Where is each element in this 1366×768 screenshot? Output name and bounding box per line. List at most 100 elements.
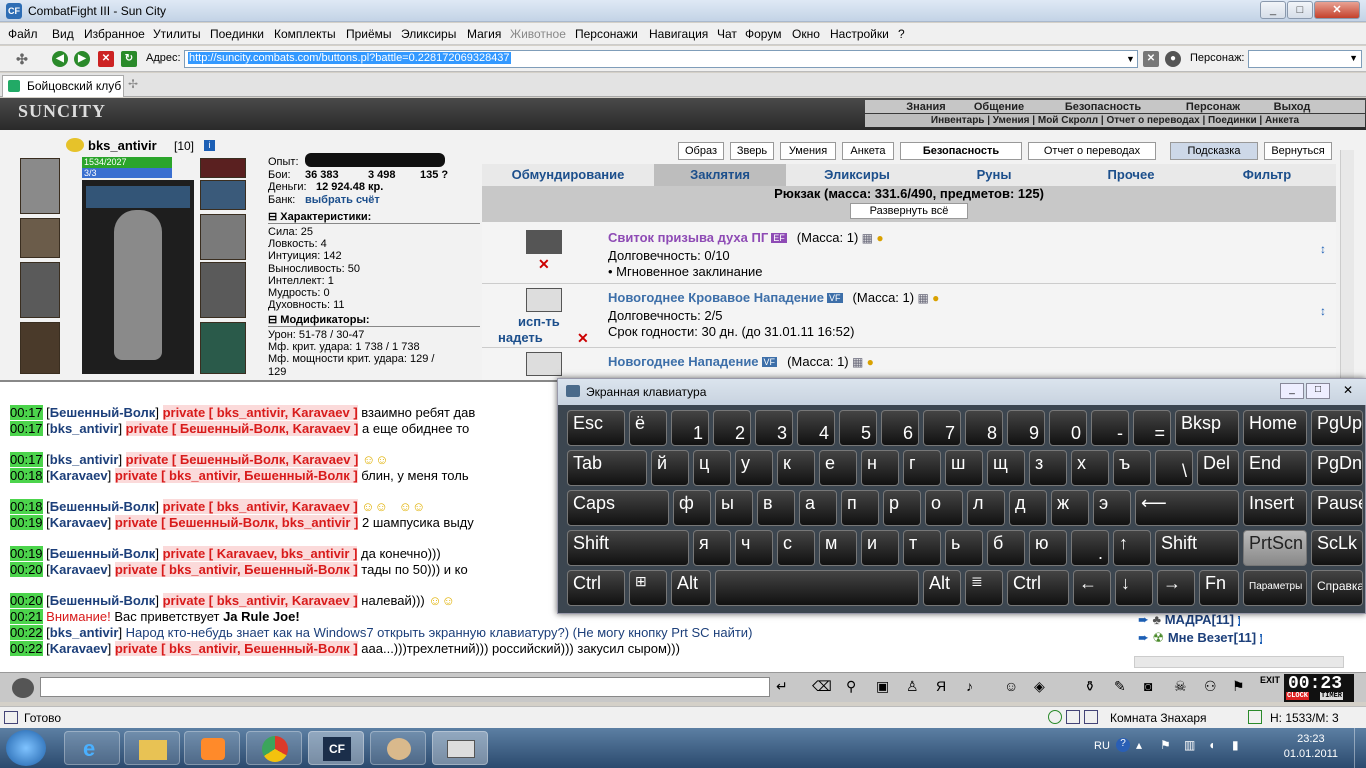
btn-skills[interactable]: Умения (780, 142, 836, 160)
key-kh[interactable]: х (1071, 450, 1109, 486)
menu-magic[interactable]: Магия (467, 27, 501, 41)
key-d[interactable]: д (1009, 490, 1047, 526)
bottle-icon[interactable]: ⚱ (1084, 678, 1096, 695)
menu-sets[interactable]: Комплекты (274, 27, 336, 41)
info-icon[interactable]: i (1259, 634, 1262, 644)
chat-private[interactable]: private [ Бешенный-Волк, bks_antivir ] (114, 515, 359, 530)
key-o[interactable]: о (925, 490, 963, 526)
key-del[interactable]: Del (1197, 450, 1239, 486)
address-input[interactable]: http://suncity.combats.com/buttons.pl?ba… (184, 50, 1138, 68)
key-s[interactable]: с (777, 530, 815, 566)
key-down[interactable]: ↓ (1115, 570, 1153, 606)
tab-elixirs[interactable]: Эликсиры (792, 164, 922, 186)
ring-slot[interactable] (200, 158, 246, 178)
belt-slots[interactable] (86, 186, 190, 208)
menu-techniques[interactable]: Приёмы (346, 27, 392, 41)
nav-bottom[interactable]: Инвентарь | Умения | Мой Скролл | Отчет … (865, 114, 1365, 127)
key-t[interactable]: т (903, 530, 941, 566)
filter-icon[interactable]: ⚲ (846, 678, 856, 695)
smiley-button-icon[interactable]: ☺ (1004, 678, 1018, 694)
key-e-back[interactable]: э (1093, 490, 1131, 526)
modifiers-header[interactable]: ⊟ Модификаторы: (268, 313, 480, 327)
bag-icon[interactable]: ◙ (1144, 678, 1152, 694)
key-backspace[interactable]: Bksp (1175, 410, 1239, 446)
skull-icon[interactable]: ☠ (1174, 678, 1187, 695)
bracer-slot[interactable] (200, 214, 246, 260)
group-icon[interactable]: ⚇ (1204, 678, 1217, 695)
chat-greeter[interactable]: Ja Rule Joe! (223, 609, 300, 624)
info-icon[interactable]: i (204, 140, 215, 151)
key-enter[interactable]: ⟵ (1135, 490, 1239, 526)
key-yo[interactable]: ё (629, 410, 667, 446)
key-backslash[interactable]: \ (1155, 450, 1193, 486)
key-space[interactable] (715, 570, 919, 606)
nav-exit[interactable]: Выход (1262, 101, 1322, 113)
key-ch[interactable]: ч (735, 530, 773, 566)
power-tray-icon[interactable]: ▮ (1232, 738, 1239, 752)
maximize-button[interactable]: □ (1287, 1, 1313, 19)
tab-misc[interactable]: Прочее (1066, 164, 1196, 186)
grid-status-icon[interactable] (1084, 710, 1098, 724)
chat-private[interactable]: private [ bks_antivir, Бешенный-Волк ] (114, 641, 358, 656)
new-tab-icon[interactable]: ✢ (128, 77, 138, 91)
person-icon[interactable]: ♙ (906, 678, 919, 695)
key-pause[interactable]: Pause (1311, 490, 1363, 526)
chat-time[interactable]: 00:17 (10, 421, 43, 436)
chat-nick[interactable]: Бешенный-Волк (50, 499, 156, 514)
key-9[interactable]: 9 (1007, 410, 1045, 446)
key-right[interactable]: → (1157, 570, 1195, 606)
drag-arrow-icon[interactable]: ↕ (1320, 304, 1326, 318)
chat-time[interactable]: 00:19 (10, 515, 43, 530)
btn-profile[interactable]: Анкета (842, 142, 894, 160)
chat-nick[interactable]: Karavaev (50, 468, 108, 483)
clock-timer[interactable]: 00:23 CLOCK TIMER (1284, 674, 1354, 702)
key-k[interactable]: к (777, 450, 815, 486)
key-menu[interactable]: ≣ (965, 570, 1003, 606)
key-ts[interactable]: ц (693, 450, 731, 486)
key-l[interactable]: л (967, 490, 1005, 526)
key-fn[interactable]: Fn (1199, 570, 1239, 606)
person-select[interactable]: ▼ (1248, 50, 1362, 68)
key-shift-right[interactable]: Shift (1155, 530, 1239, 566)
user-nick[interactable]: МАДРА[11] (1165, 612, 1234, 627)
key-3[interactable]: 3 (755, 410, 793, 446)
game-icon[interactable]: ◈ (1034, 678, 1045, 695)
char-name[interactable]: bks_antivir (88, 138, 157, 153)
key-end[interactable]: End (1243, 450, 1307, 486)
use-link[interactable]: исп-ть (518, 314, 560, 329)
chat-private[interactable]: private [ bks_antivir, Karavaev ] (162, 593, 358, 608)
eraser-icon[interactable]: ⌫ (812, 678, 832, 695)
exit-icon[interactable]: EXIT (1260, 675, 1280, 685)
chat-private[interactable]: private [ bks_antivir, Karavaev ] (162, 499, 358, 514)
chat-private[interactable]: private [ bks_antivir, Karavaev ] (162, 405, 358, 420)
key-b[interactable]: б (987, 530, 1025, 566)
key-z[interactable]: з (1029, 450, 1067, 486)
key-sh[interactable]: ш (945, 450, 983, 486)
key-0[interactable]: 0 (1049, 410, 1087, 446)
tab-filter[interactable]: Фильтр (1202, 164, 1332, 186)
chat-nick[interactable]: Бешенный-Волк (50, 593, 156, 608)
refresh-status-icon[interactable] (1248, 710, 1262, 724)
amulet-slot[interactable] (200, 180, 246, 210)
back-icon[interactable]: ◀ (52, 51, 68, 67)
delete-icon[interactable]: ✕ (577, 330, 589, 347)
key-n[interactable]: н (861, 450, 899, 486)
chat-time[interactable]: 00:21 (10, 609, 43, 624)
chat-nick[interactable]: bks_antivir (50, 625, 119, 640)
save-icon[interactable]: ▣ (876, 678, 889, 695)
taskbar-combatfight[interactable]: CF (308, 731, 364, 765)
users-icon[interactable]: ● (1165, 51, 1181, 67)
chat-nick[interactable]: Karavaev (50, 562, 108, 577)
forward-icon[interactable]: ▶ (74, 51, 90, 67)
btn-security[interactable]: Безопасность (900, 142, 1022, 160)
key-up[interactable]: ↑ (1113, 530, 1151, 566)
key-alt-left[interactable]: Alt (671, 570, 711, 606)
key-6[interactable]: 6 (881, 410, 919, 446)
menu-view[interactable]: Вид (52, 27, 74, 41)
key-ctrl-left[interactable]: Ctrl (567, 570, 625, 606)
close-button[interactable]: ✕ (1314, 1, 1360, 19)
menu-file[interactable]: Файл (8, 27, 38, 41)
show-desktop-button[interactable] (1354, 728, 1366, 768)
osk-close-button[interactable]: ✕ (1336, 383, 1360, 399)
btn-image[interactable]: Образ (678, 142, 724, 160)
